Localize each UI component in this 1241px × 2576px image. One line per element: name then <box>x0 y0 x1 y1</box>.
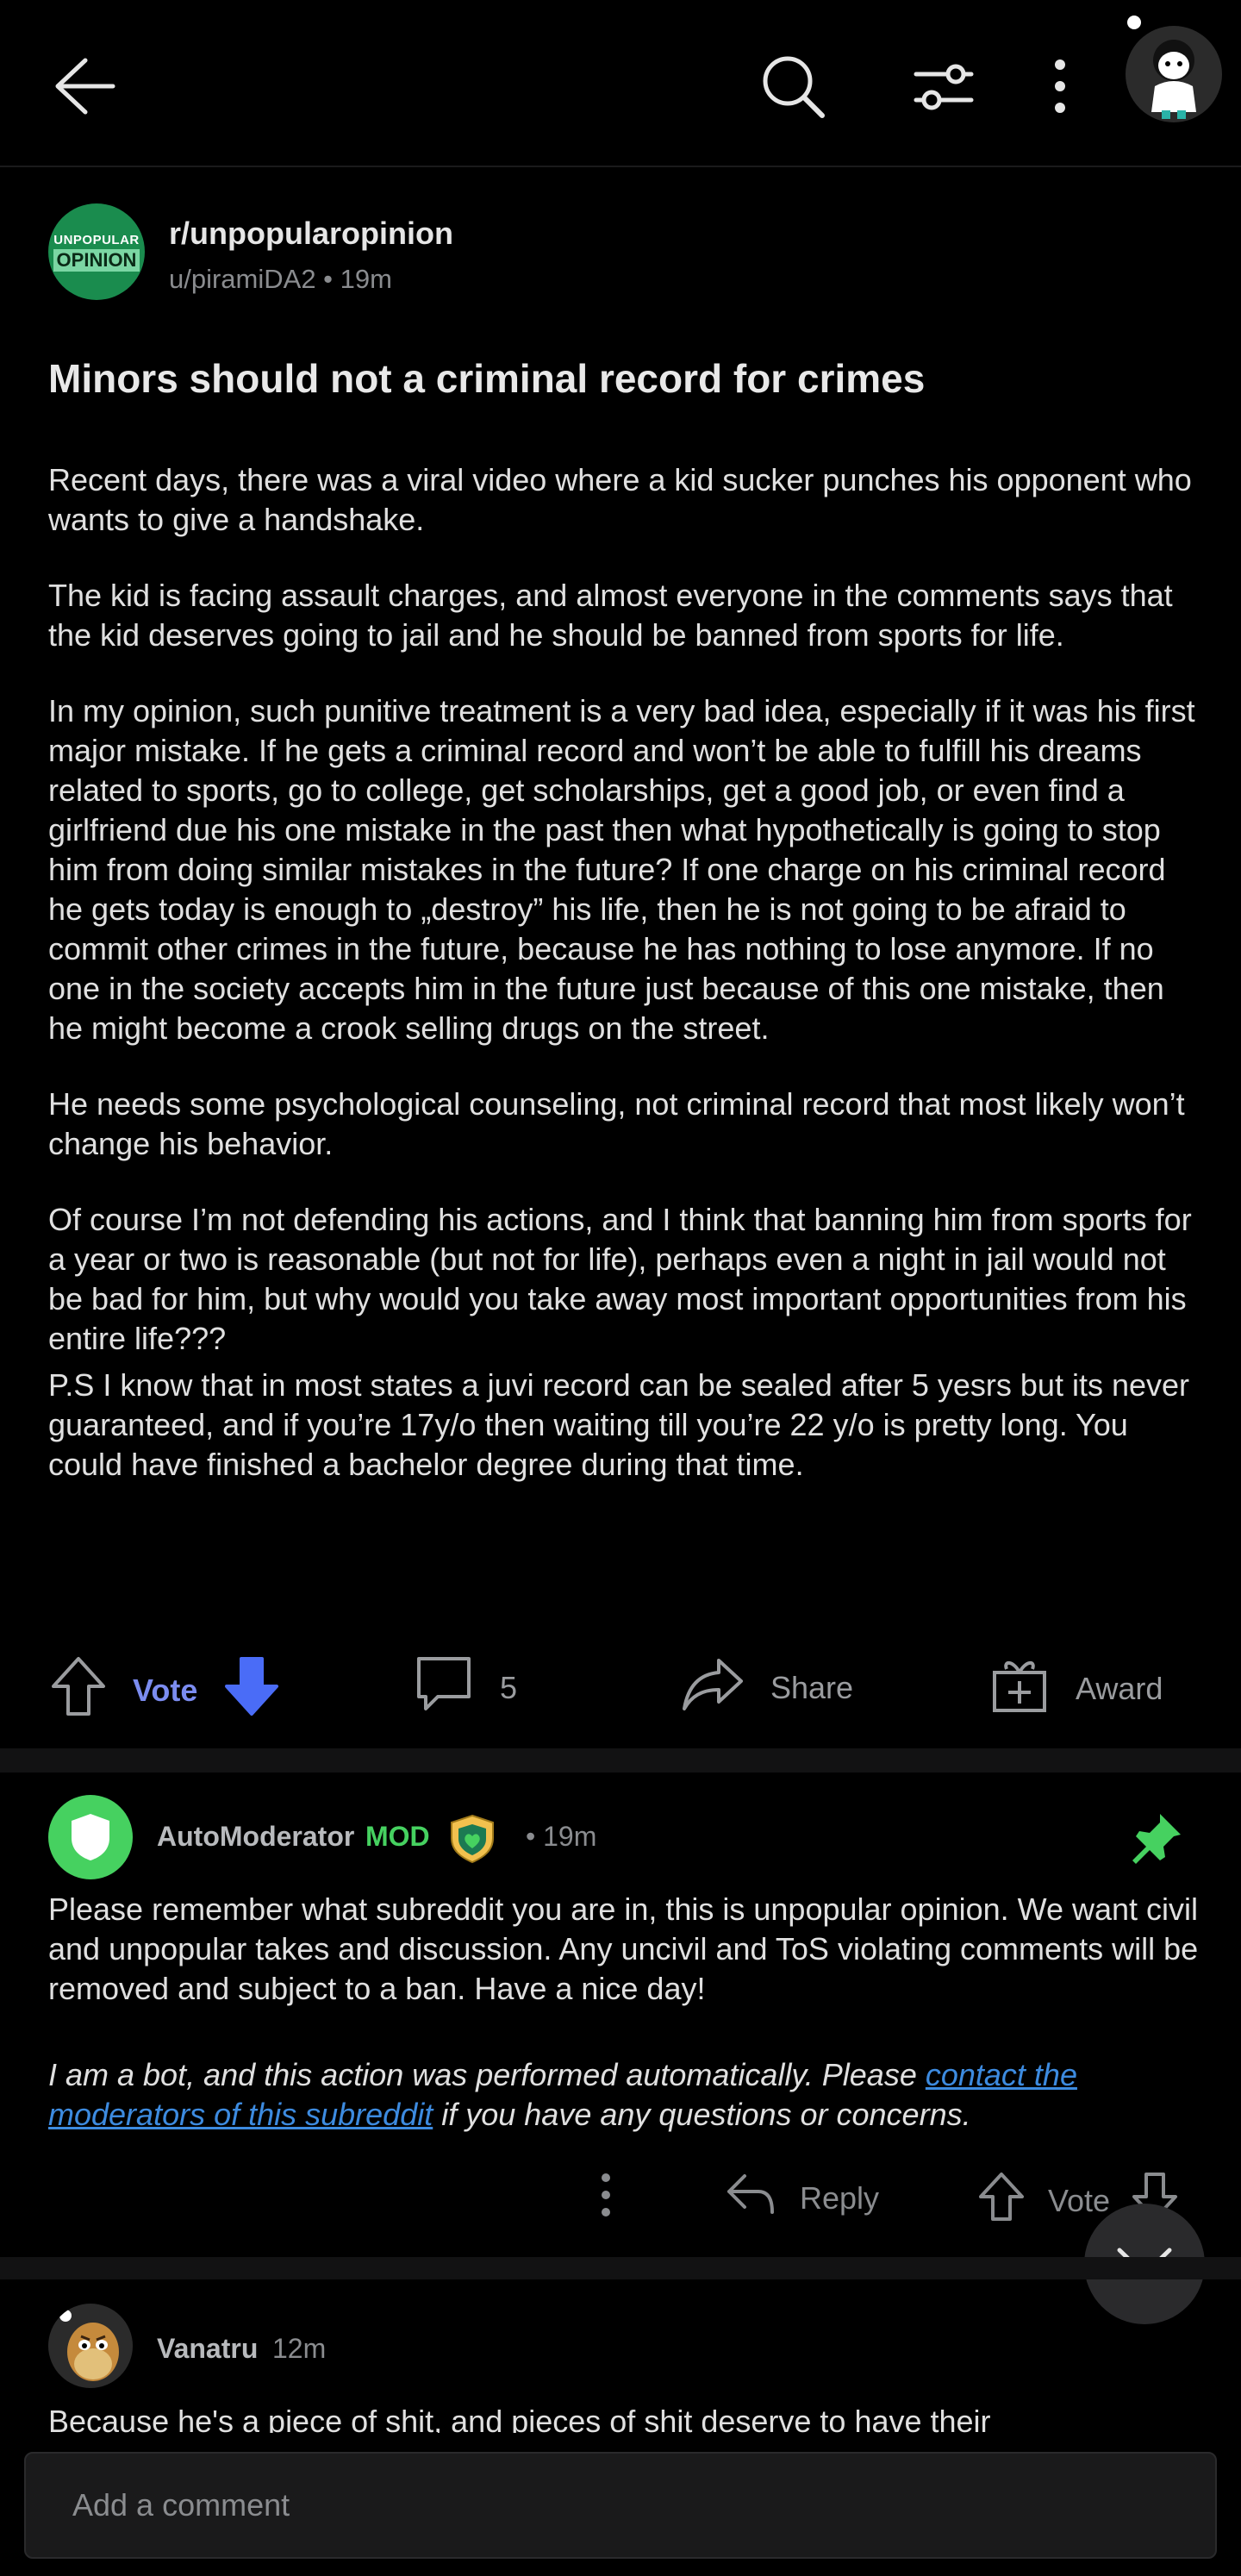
upvote-icon[interactable] <box>48 1654 109 1727</box>
comment-action-bar: Reply Vote <box>0 2155 1241 2233</box>
downvote-icon[interactable] <box>221 1654 282 1727</box>
mod-shield-badge-icon <box>446 1812 498 1864</box>
user-avatar[interactable] <box>1117 10 1222 127</box>
award-label: Award <box>1076 1670 1163 1706</box>
top-app-bar <box>0 0 1241 167</box>
bot-disclaimer-text: I am a bot, and this action was performe… <box>48 2057 926 2092</box>
search-icon[interactable] <box>750 43 836 129</box>
automoderator-avatar[interactable] <box>48 1795 133 1879</box>
comments-button[interactable]: 5 <box>414 1654 517 1722</box>
post-action-bar: Vote 5 Share Award <box>0 1645 1241 1731</box>
post-meta: u/piramiDA2 • 19m <box>169 264 392 295</box>
post-paragraph: The kid is facing assault charges, and a… <box>48 578 1173 653</box>
comment-age: 12m <box>272 2333 327 2364</box>
comment-more-icon[interactable] <box>595 2171 617 2219</box>
award-button[interactable]: Award <box>989 1654 1163 1723</box>
bot-disclaimer-text: if you have any questions or concerns. <box>433 2097 971 2132</box>
post-paragraph: Recent days, there was a viral video whe… <box>48 462 1192 537</box>
add-comment-input[interactable]: Add a comment <box>24 2452 1217 2559</box>
vote-control: Vote <box>48 1654 282 1727</box>
comment-body: Please remember what subreddit you are i… <box>48 1891 1199 2006</box>
back-arrow-icon[interactable] <box>43 47 121 125</box>
reply-arrow-icon <box>724 2171 776 2225</box>
share-button[interactable]: Share <box>681 1654 853 1722</box>
comment-upvote-icon[interactable] <box>976 2171 1027 2230</box>
subreddit-name[interactable]: r/unpopularopinion <box>169 216 453 252</box>
post-paragraph: He needs some psychological counseling, … <box>48 1086 1185 1161</box>
post-author[interactable]: u/piramiDA2 <box>169 264 316 294</box>
sliders-icon[interactable] <box>901 43 987 129</box>
commenter-avatar[interactable] <box>48 2304 133 2388</box>
comment-body: Because he's a piece of shit, and pieces… <box>48 2404 991 2433</box>
subreddit-avatar-text: OPINION <box>53 248 140 272</box>
comment-count: 5 <box>500 1669 518 1705</box>
comment-bubble-icon <box>414 1654 474 1722</box>
gift-icon <box>989 1654 1050 1723</box>
comment-author[interactable]: AutoModerator <box>157 1821 354 1853</box>
reply-label: Reply <box>800 2179 880 2216</box>
subreddit-avatar-text: UNPOPULAR <box>53 232 140 247</box>
comment-age: • 19m <box>526 1821 597 1852</box>
mod-tag: MOD <box>365 1821 430 1852</box>
bot-disclaimer: I am a bot, and this action was performe… <box>48 2055 1203 2135</box>
post-paragraph: Of course I’m not defending his actions,… <box>48 1202 1192 1356</box>
section-divider <box>0 2257 1241 2279</box>
kebab-menu-icon[interactable] <box>1026 43 1094 129</box>
pin-icon <box>1126 1809 1186 1869</box>
comment-vote-label: Vote <box>1048 2182 1111 2218</box>
subreddit-avatar[interactable]: UNPOPULAR OPINION <box>48 203 145 300</box>
post-paragraph: P.S I know that in most states a juvi re… <box>48 1367 1190 1482</box>
section-divider <box>0 1748 1241 1773</box>
vote-label: Vote <box>133 1672 198 1708</box>
share-label: Share <box>770 1669 854 1705</box>
share-arrow-icon <box>681 1654 745 1722</box>
comment-author[interactable]: Vanatru <box>157 2333 258 2365</box>
reply-button[interactable]: Reply <box>724 2171 879 2225</box>
post-title: Minors should not a criminal record for … <box>48 356 926 401</box>
post-age: • 19m <box>315 264 392 294</box>
post-body: Recent days, there was a viral video whe… <box>48 460 1203 1521</box>
post-paragraph: In my opinion, such punitive treatment i… <box>48 693 1195 1046</box>
